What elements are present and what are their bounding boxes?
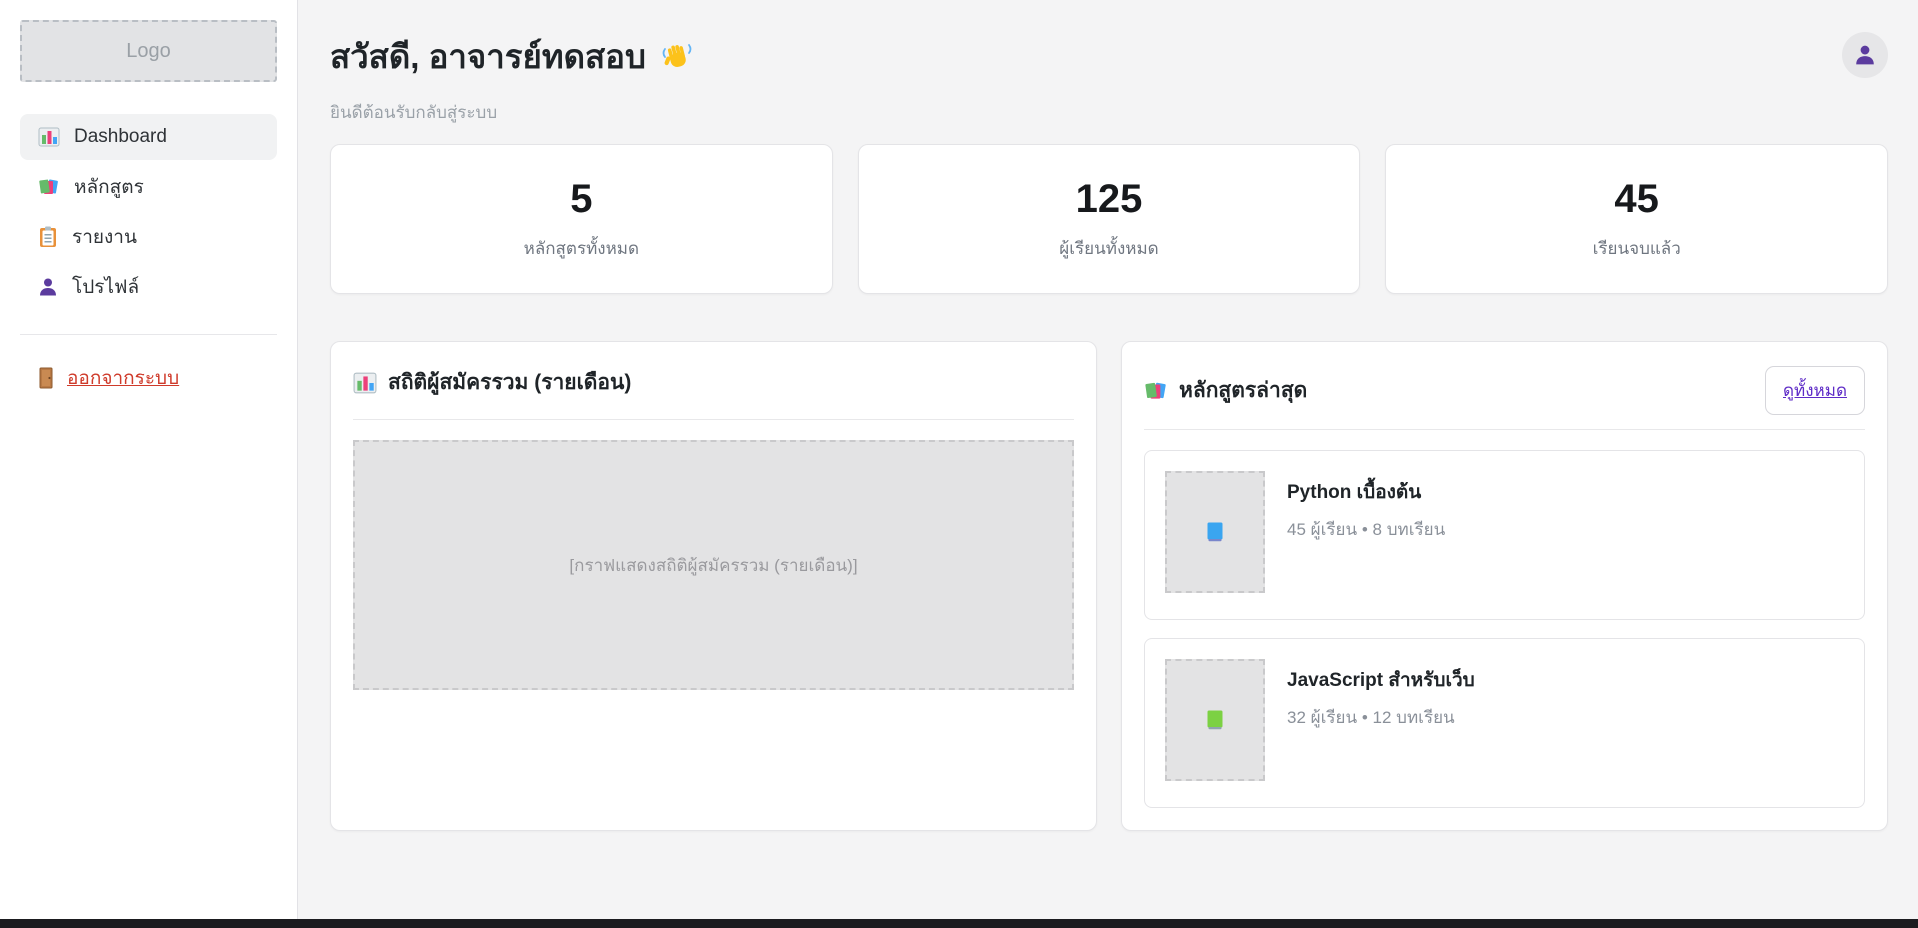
stat-label: หลักสูตรทั้งหมด — [524, 235, 639, 262]
clipboard-icon — [38, 226, 58, 248]
chart-panel: สถิติผู้สมัครรวม (รายเดือน) [กราฟแสดงสถิ… — [330, 341, 1097, 831]
course-title: JavaScript สำหรับเว็บ — [1287, 665, 1475, 695]
greeting-text: สวัสดี, อาจารย์ทดสอบ — [330, 30, 646, 83]
panel-divider — [1144, 429, 1865, 430]
course-item-javascript[interactable]: JavaScript สำหรับเว็บ 32 ผู้เรียน • 12 บ… — [1144, 638, 1865, 808]
sidebar-nav: Dashboard หลักสูตร — [20, 114, 277, 310]
door-icon — [38, 367, 54, 389]
chart-panel-header: สถิติผู้สมัครรวม (รายเดือน) — [353, 366, 1074, 399]
greeting-block: สวัสดี, อาจารย์ทดสอบ — [330, 30, 694, 126]
stat-label: เรียนจบแล้ว — [1593, 235, 1681, 262]
sidebar-item-profile[interactable]: โปรไฟล์ — [20, 264, 277, 310]
sidebar-item-label: Dashboard — [74, 126, 167, 148]
courses-panel: หลักสูตรล่าสุด ดูทั้งหมด — [1121, 341, 1888, 831]
person-icon — [38, 277, 58, 297]
blue-book-icon — [1207, 522, 1223, 542]
bar-chart-icon — [38, 126, 60, 148]
courses-panel-title: หลักสูตรล่าสุด — [1179, 374, 1307, 407]
stat-card-total-learners: 125 ผู้เรียนทั้งหมด — [858, 144, 1361, 294]
person-icon — [1854, 44, 1876, 66]
course-thumbnail — [1165, 471, 1265, 593]
sidebar-item-courses[interactable]: หลักสูตร — [20, 164, 277, 210]
logo-text: Logo — [126, 40, 171, 63]
panels-row: สถิติผู้สมัครรวม (รายเดือน) [กราฟแสดงสถิ… — [330, 341, 1888, 831]
course-meta: 45 ผู้เรียน • 8 บทเรียน — [1287, 516, 1445, 543]
logout-label: ออกจากระบบ — [67, 363, 179, 393]
stat-label: ผู้เรียนทั้งหมด — [1059, 235, 1158, 262]
sidebar-item-reports[interactable]: รายงาน — [20, 214, 277, 260]
waving-hand-icon — [660, 40, 694, 74]
sidebar-item-label: รายงาน — [72, 222, 137, 252]
course-meta: 32 ผู้เรียน • 12 บทเรียน — [1287, 704, 1475, 731]
sidebar-divider — [20, 334, 277, 335]
sidebar-item-label: หลักสูตร — [74, 172, 144, 202]
page-title: สวัสดี, อาจารย์ทดสอบ — [330, 30, 694, 83]
chart-panel-title: สถิติผู้สมัครรวม (รายเดือน) — [388, 366, 631, 399]
bar-chart-icon — [353, 371, 377, 395]
books-icon — [1144, 379, 1168, 403]
stat-card-total-courses: 5 หลักสูตรทั้งหมด — [330, 144, 833, 294]
stats-row: 5 หลักสูตรทั้งหมด 125 ผู้เรียนทั้งหมด 45… — [330, 144, 1888, 294]
page-subtitle: ยินดีต้อนรับกลับสู่ระบบ — [330, 99, 694, 126]
sidebar: Logo Dashboard — [0, 0, 298, 928]
panel-divider — [353, 419, 1074, 420]
avatar[interactable] — [1842, 32, 1888, 78]
sidebar-item-label: โปรไฟล์ — [72, 272, 139, 302]
bottom-bar — [0, 919, 1918, 928]
green-book-icon — [1207, 710, 1223, 730]
topbar: สวัสดี, อาจารย์ทดสอบ — [330, 30, 1888, 126]
stat-value: 125 — [1076, 177, 1143, 222]
course-item-python[interactable]: Python เบื้องต้น 45 ผู้เรียน • 8 บทเรียน — [1144, 450, 1865, 620]
course-info: JavaScript สำหรับเว็บ 32 ผู้เรียน • 12 บ… — [1287, 659, 1475, 731]
logo-placeholder: Logo — [20, 20, 277, 82]
sidebar-item-dashboard[interactable]: Dashboard — [20, 114, 277, 160]
main-content: สวัสดี, อาจารย์ทดสอบ — [298, 0, 1918, 928]
courses-panel-title-group: หลักสูตรล่าสุด — [1144, 374, 1307, 407]
app-root: Logo Dashboard — [0, 0, 1918, 928]
course-info: Python เบื้องต้น 45 ผู้เรียน • 8 บทเรียน — [1287, 471, 1445, 543]
books-icon — [38, 176, 60, 198]
chart-placeholder-text: [กราฟแสดงสถิติผู้สมัครรวม (รายเดือน)] — [569, 552, 857, 579]
course-thumbnail — [1165, 659, 1265, 781]
view-all-button[interactable]: ดูทั้งหมด — [1765, 366, 1865, 415]
stat-value: 5 — [570, 177, 592, 222]
chart-placeholder: [กราฟแสดงสถิติผู้สมัครรวม (รายเดือน)] — [353, 440, 1074, 690]
stat-card-completed: 45 เรียนจบแล้ว — [1385, 144, 1888, 294]
courses-panel-header: หลักสูตรล่าสุด ดูทั้งหมด — [1144, 366, 1865, 415]
course-title: Python เบื้องต้น — [1287, 477, 1445, 507]
logout-link[interactable]: ออกจากระบบ — [20, 363, 277, 393]
stat-value: 45 — [1614, 177, 1659, 222]
